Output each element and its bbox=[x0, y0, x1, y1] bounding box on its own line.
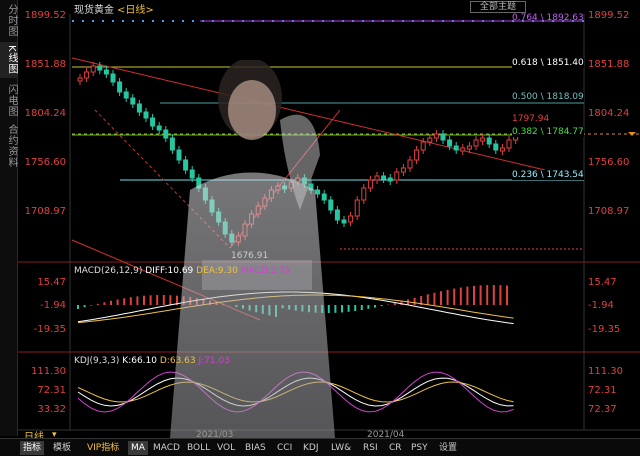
fib-label-0236: 0.236 \ 1743.54 bbox=[512, 170, 584, 180]
candle-body bbox=[420, 141, 426, 151]
macd-dea-value: DEA:9.30 bbox=[196, 266, 238, 276]
candle-body bbox=[447, 139, 453, 147]
indicator-lwr[interactable]: LW& bbox=[328, 441, 354, 455]
macd-header: MACD(26,12,9) DIFF:10.69 DEA:9.30 MACD:2… bbox=[74, 266, 291, 276]
kdj-label: KDJ(9,3,3) bbox=[74, 356, 120, 366]
candle-body bbox=[97, 65, 103, 71]
indicator-rsi[interactable]: RSI bbox=[360, 441, 381, 455]
high-price-mark: 1797.94 bbox=[512, 114, 550, 124]
kdj-right-axis: 72.31 bbox=[588, 385, 617, 396]
kdj-left-axis: 72.31 bbox=[37, 385, 66, 396]
macd-left-axis: 15.47 bbox=[37, 277, 66, 288]
right-price-label: 1899.52 bbox=[588, 10, 630, 21]
kdj-d-value: D:63.63 bbox=[159, 356, 196, 366]
candle-body bbox=[374, 175, 380, 181]
candle-body bbox=[136, 103, 142, 113]
left-price-label: 1708.97 bbox=[24, 206, 66, 217]
candle-body bbox=[466, 145, 472, 150]
candle-body bbox=[84, 71, 90, 79]
fib-label-0618: 0.618 \ 1851.40 bbox=[512, 58, 584, 68]
candle-body bbox=[387, 177, 393, 182]
macd-left-axis: -1.94 bbox=[40, 300, 66, 311]
fib-label-0764: 0.764 \ 1892.63 bbox=[512, 13, 584, 23]
candle-body bbox=[460, 147, 466, 152]
candle-body bbox=[506, 139, 512, 149]
right-price-label: 1708.97 bbox=[588, 206, 630, 217]
tab-templates[interactable]: 模板 bbox=[50, 441, 74, 455]
candle-body bbox=[90, 65, 96, 73]
candle-body bbox=[381, 175, 387, 180]
candle-body bbox=[367, 179, 373, 189]
kdj-right-axis: 111.30 bbox=[588, 366, 623, 377]
kdj-k-value: K:66.10 bbox=[122, 356, 157, 366]
candle-body bbox=[123, 91, 129, 99]
fib-label-0382: 0.382 \ 1784.77 bbox=[512, 127, 584, 137]
kdj-right-axis: 72.37 bbox=[588, 404, 617, 415]
left-price-label: 1899.52 bbox=[24, 10, 66, 21]
candle-body bbox=[77, 77, 83, 82]
macd-label: MACD(26,12,9) bbox=[74, 266, 143, 276]
candle-body bbox=[427, 137, 433, 143]
left-price-label: 1851.88 bbox=[24, 59, 66, 70]
candle-body bbox=[400, 167, 406, 173]
candle-body bbox=[103, 69, 109, 75]
fib-label-0500: 0.500 \ 1818.09 bbox=[512, 92, 584, 102]
left-price-label: 1804.24 bbox=[24, 108, 66, 119]
candle-body bbox=[453, 145, 459, 151]
settings-button[interactable]: 设置 bbox=[436, 441, 460, 455]
right-price-label: 1804.24 bbox=[588, 108, 630, 119]
candle-body bbox=[394, 171, 400, 181]
indicator-vip[interactable]: VIP指标 bbox=[84, 441, 122, 455]
candle-body bbox=[480, 137, 486, 142]
macd-left-axis: -19.35 bbox=[33, 324, 66, 335]
macd-macd-value: MACD:2.79 bbox=[240, 266, 291, 276]
kdj-header: KDJ(9,3,3) K:66.10 D:63.63 J:71.03 bbox=[74, 356, 230, 366]
macd-right-axis: 15.47 bbox=[588, 277, 617, 288]
indicator-psy[interactable]: PSY bbox=[408, 441, 431, 455]
candle-body bbox=[110, 73, 116, 83]
candle-body bbox=[433, 133, 439, 139]
candle-body bbox=[407, 159, 413, 169]
candle-body bbox=[440, 133, 446, 141]
indicator-cr[interactable]: CR bbox=[386, 441, 405, 455]
candle-body bbox=[130, 97, 136, 105]
low-price-mark: 1676.91 bbox=[231, 251, 269, 261]
person-photo-overlay bbox=[170, 60, 335, 438]
indicator-vol[interactable]: VOL bbox=[214, 441, 238, 455]
macd-diff-value: DIFF:10.69 bbox=[145, 266, 194, 276]
candle-body bbox=[361, 187, 367, 201]
indicator-kdj[interactable]: KDJ bbox=[300, 441, 322, 455]
macd-right-axis: -1.94 bbox=[588, 300, 614, 311]
left-price-label: 1756.60 bbox=[24, 157, 66, 168]
candle-body bbox=[354, 199, 360, 217]
indicator-cci[interactable]: CCI bbox=[274, 441, 295, 455]
right-price-label: 1851.88 bbox=[588, 59, 630, 70]
indicator-toolbar: 指标 模板 VIP指标 MA MACD BOLL VOL BIAS CCI KD… bbox=[0, 438, 640, 456]
candle-body bbox=[493, 143, 499, 151]
candle-body bbox=[499, 147, 505, 152]
indicator-boll[interactable]: BOLL bbox=[184, 441, 213, 455]
candle-body bbox=[473, 139, 479, 147]
candle-body bbox=[486, 137, 492, 145]
kdj-left-axis: 111.30 bbox=[31, 366, 66, 377]
candle-body bbox=[143, 111, 149, 119]
kdj-j-value: J:71.03 bbox=[198, 356, 230, 366]
indicator-ma[interactable]: MA bbox=[128, 441, 148, 455]
macd-right-axis: -19.35 bbox=[588, 324, 621, 335]
candle-body bbox=[117, 81, 123, 93]
price-arrow-icon bbox=[628, 132, 636, 136]
indicator-macd[interactable]: MACD bbox=[150, 441, 183, 455]
candle-body bbox=[414, 149, 420, 161]
kdj-left-axis: 33.32 bbox=[37, 404, 66, 415]
tab-indicators[interactable]: 指标 bbox=[20, 441, 45, 455]
indicator-bias[interactable]: BIAS bbox=[242, 441, 269, 455]
right-price-label: 1756.60 bbox=[588, 157, 630, 168]
